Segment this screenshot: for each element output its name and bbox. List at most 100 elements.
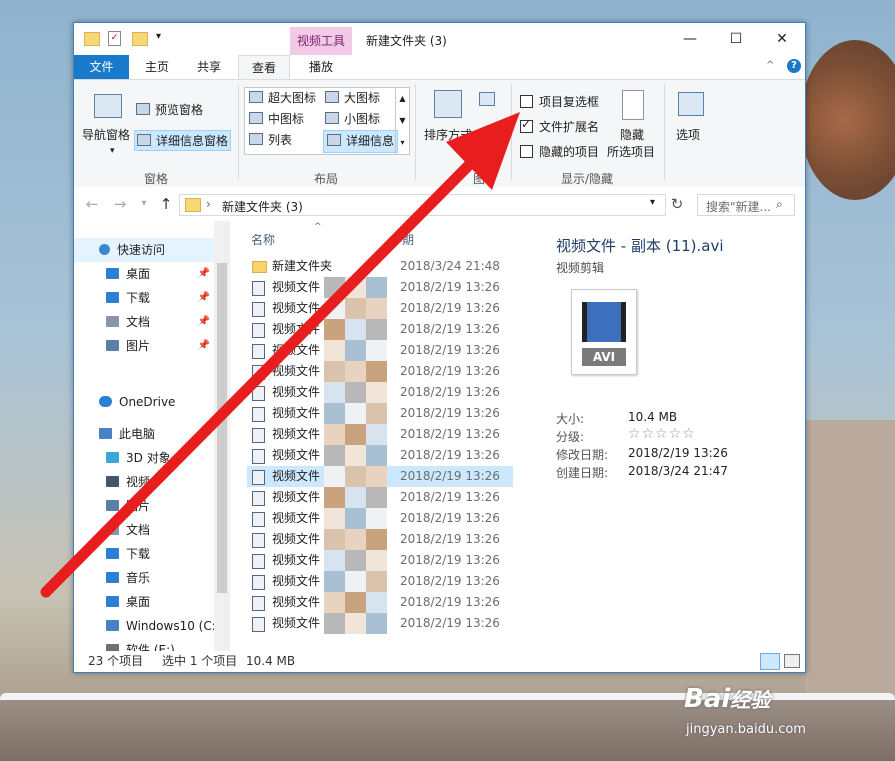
list-item[interactable]: 视频文件 2018/2/19 13:26 (247, 361, 513, 382)
pin-icon[interactable]: 📌 (198, 286, 210, 310)
item-checkboxes-option[interactable]: 项目复选框 (520, 93, 599, 110)
sidebar-item-pc-0[interactable]: 3D 对象 (74, 446, 214, 470)
search-input[interactable]: 搜索"新建... ⌕ (697, 194, 795, 216)
up-button[interactable]: ↑ (156, 194, 176, 214)
sidebar-item-pc-7[interactable]: Windows10 (C: (74, 614, 216, 638)
help-icon[interactable]: ? (787, 59, 801, 73)
nav-pane-dropdown-icon[interactable]: ▾ (110, 146, 115, 156)
tab-share[interactable]: 共享 (188, 55, 230, 79)
group-by-icon[interactable] (479, 92, 495, 106)
list-item[interactable]: 视频文件 2018/2/19 13:26 (247, 298, 513, 319)
sidebar-item-label: 桌面 (126, 595, 151, 609)
list-item[interactable]: 视频文件 2018/2/19 13:26 (247, 424, 513, 445)
video-file-icon (252, 512, 265, 527)
forward-button[interactable]: → (110, 194, 130, 214)
sidebar-item-pc-3[interactable]: 文档 (74, 518, 214, 542)
qat-dropdown-icon[interactable]: ▾ (156, 31, 161, 42)
hide-selected-line2[interactable]: 所选项目 (607, 143, 655, 160)
layout-small-icons[interactable]: 小图标 (325, 109, 380, 130)
file-name: 视频文件 (272, 448, 321, 462)
column-date[interactable]: 期 (402, 231, 414, 248)
minimize-button[interactable]: — (667, 23, 713, 55)
layout-large-icons[interactable]: 大图标 (325, 88, 380, 109)
video-file-icon (252, 407, 265, 422)
sidebar-item-quick-0[interactable]: 桌面 📌 (74, 262, 214, 286)
layout-medium-icons[interactable]: 中图标 (249, 109, 304, 130)
file-extensions-option[interactable]: 文件扩展名 (520, 117, 599, 135)
pin-icon[interactable]: 📌 (198, 334, 210, 358)
layout-details[interactable]: 详细信息 (323, 130, 399, 153)
layout-scroll[interactable]: ▲ ▼ ▾ (395, 88, 409, 154)
file-extensions-checkbox[interactable] (520, 117, 533, 133)
address-dropdown-icon[interactable]: ▾ (650, 197, 655, 208)
large-icons-view-toggle-icon[interactable] (784, 654, 800, 668)
details-view-toggle-icon[interactable] (760, 653, 780, 670)
options-button[interactable]: 选项 (676, 126, 700, 143)
list-item[interactable]: 视频文件 2018/2/19 13:26 (247, 529, 513, 550)
rating-stars[interactable]: ☆☆☆☆☆ (628, 426, 696, 442)
preview-pane-button[interactable]: 预览窗格 (136, 101, 203, 118)
tab-play[interactable]: 播放 (296, 55, 346, 79)
pin-icon[interactable]: 📌 (198, 310, 210, 334)
pixelated-redaction (366, 403, 387, 424)
sidebar-item-pc-4[interactable]: 下载 (74, 542, 214, 566)
refresh-button[interactable]: ↻ (667, 194, 687, 214)
file-date: 2018/2/19 13:26 (400, 532, 500, 546)
list-item[interactable]: 视频文件 2018/2/19 13:26 (247, 550, 513, 571)
sidebar-item-pc-2[interactable]: 图片 (74, 494, 214, 518)
nav-scrollbar[interactable] (214, 221, 230, 651)
tab-file[interactable]: 文件 (74, 55, 129, 79)
item-checkboxes-checkbox[interactable] (520, 95, 533, 108)
list-item[interactable]: 视频文件 2018/2/19 13:26 (247, 508, 513, 529)
new-folder-icon[interactable] (132, 32, 148, 46)
list-item[interactable]: 新建文件夹 2018/3/24 21:48 (247, 256, 513, 277)
nav-quick-access[interactable]: 快速访问 (74, 238, 214, 262)
sidebar-item-pc-1[interactable]: 视频 (74, 470, 214, 494)
back-button[interactable]: ← (82, 194, 102, 214)
details-pane-button[interactable]: 详细信息窗格 (134, 130, 232, 151)
sort-by-button[interactable]: 排序方式 (424, 126, 472, 143)
layout-list[interactable]: 列表 (249, 130, 292, 151)
list-item[interactable]: 视频文件 2018/2/19 13:26 (247, 403, 513, 424)
nav-scrollbar-thumb[interactable] (217, 263, 227, 593)
recent-dropdown-icon[interactable]: ▾ (134, 194, 154, 214)
list-item[interactable]: 视频文件 2018/2/19 13:26 (247, 445, 513, 466)
sidebar-item-quick-1[interactable]: 下载 📌 (74, 286, 214, 310)
file-date: 2018/2/19 13:26 (400, 574, 500, 588)
video-file-icon (252, 428, 265, 443)
list-item[interactable]: 视频文件 2018/2/19 13:26 (247, 592, 513, 613)
list-item[interactable]: 视频文件 2018/2/19 13:26 (247, 319, 513, 340)
pixelated-redaction (366, 529, 387, 550)
sidebar-item-pc-5[interactable]: 音乐 (74, 566, 214, 590)
pin-icon[interactable]: 📌 (198, 262, 210, 286)
sidebar-item-label: Windows10 (C: (126, 619, 216, 633)
sidebar-item-quick-3[interactable]: 图片 📌 (74, 334, 214, 358)
sidebar-item-pc-6[interactable]: 桌面 (74, 590, 214, 614)
maximize-button[interactable]: ☐ (713, 23, 759, 55)
address-bar[interactable]: › 新建文件夹 (3) ▾ (179, 194, 666, 216)
column-name[interactable]: 名称 (251, 231, 275, 248)
close-button[interactable]: ✕ (759, 23, 805, 55)
sidebar-item-quick-2[interactable]: 文档 📌 (74, 310, 214, 334)
collapse-ribbon-icon[interactable]: ^ (766, 60, 774, 71)
breadcrumb-path[interactable]: 新建文件夹 (3) (222, 198, 303, 215)
navigation-pane-button[interactable]: 导航窗格 (82, 126, 130, 143)
list-item[interactable]: 视频文件 2018/2/19 13:26 (247, 277, 513, 298)
list-item[interactable]: 视频文件 2018/2/19 13:26 (247, 571, 513, 592)
layout-extra-large-icons[interactable]: 超大图标 (249, 88, 316, 109)
properties-icon[interactable]: ✓ (108, 31, 121, 46)
hidden-items-option[interactable]: 隐藏的项目 (520, 143, 599, 160)
list-item[interactable]: 视频文件 2018/2/19 13:26 (247, 613, 513, 634)
list-item[interactable]: 视频文件 2018/2/19 13:26 (247, 466, 513, 487)
list-item[interactable]: 视频文件 2018/2/19 13:26 (247, 340, 513, 361)
tab-view[interactable]: 查看 (238, 55, 290, 81)
tab-home[interactable]: 主页 (136, 55, 178, 79)
list-item[interactable]: 视频文件 2018/2/19 13:26 (247, 487, 513, 508)
folder-icon (106, 316, 119, 327)
list-item[interactable]: 视频文件 2018/2/19 13:26 (247, 382, 513, 403)
hide-selected-line1[interactable]: 隐藏 (620, 126, 644, 143)
pixelated-redaction (324, 424, 345, 445)
pixelated-redaction (324, 319, 345, 340)
hidden-items-checkbox[interactable] (520, 145, 533, 158)
pixelated-redaction (324, 466, 345, 487)
